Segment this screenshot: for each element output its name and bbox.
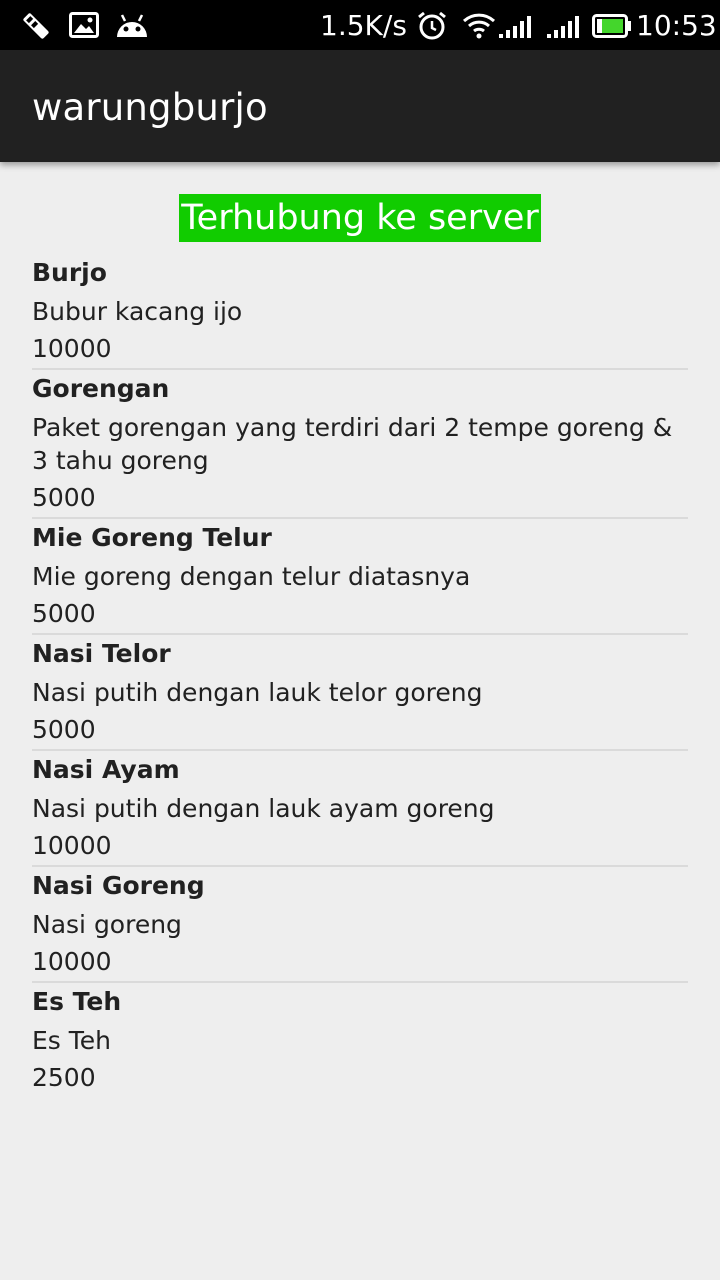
android-icon <box>117 14 147 37</box>
signal-icon <box>547 16 579 38</box>
list-item[interactable]: Mie Goreng Telur Mie goreng dengan telur … <box>32 519 688 635</box>
menu-item-price: 5000 <box>32 483 96 512</box>
menu-item-description: Nasi goreng <box>32 910 182 939</box>
menu-item-description: Paket gorengan yang terdiri dari 2 tempe… <box>32 413 673 475</box>
battery-icon <box>592 14 631 38</box>
network-speed: 1.5K/s <box>320 9 407 42</box>
menu-item-description: Mie goreng dengan telur diatasnya <box>32 562 471 591</box>
menu-item-name: Es Teh <box>32 987 122 1016</box>
signal-icon <box>499 16 531 38</box>
list-item[interactable]: Nasi Goreng Nasi goreng 10000 <box>32 867 688 983</box>
menu-item-name: Burjo <box>32 258 107 287</box>
menu-item-name: Nasi Ayam <box>32 755 180 784</box>
list-item[interactable]: Burjo Bubur kacang ijo 10000 <box>32 254 688 370</box>
menu-item-price: 2500 <box>32 1063 96 1092</box>
wifi-icon <box>462 13 496 39</box>
menu-item-description: Es Teh <box>32 1026 112 1055</box>
menu-item-name: Mie Goreng Telur <box>32 523 272 552</box>
clock: 10:53 <box>636 9 717 42</box>
menu-item-price: 10000 <box>32 831 112 860</box>
menu-item-price: 5000 <box>32 599 96 628</box>
alarm-icon <box>418 11 446 40</box>
status-bar: 1.5K/s 10:53 <box>0 0 720 50</box>
usb-debug-icon <box>23 13 49 39</box>
menu-item-name: Gorengan <box>32 374 170 403</box>
menu-item-price: 10000 <box>32 947 112 976</box>
menu-item-name: Nasi Telor <box>32 639 171 668</box>
connection-status-banner: Terhubung ke server <box>179 194 541 242</box>
list-item[interactable]: Es Teh Es Teh 2500 <box>32 983 688 1097</box>
menu-list: Burjo Bubur kacang ijo 10000 Gorengan Paket … <box>32 254 688 1097</box>
menu-item-description: Nasi putih dengan lauk ayam goreng <box>32 794 495 823</box>
list-item[interactable]: Nasi Ayam Nasi putih dengan lauk ayam gor… <box>32 751 688 867</box>
menu-item-name: Nasi Goreng <box>32 871 205 900</box>
menu-item-price: 10000 <box>32 334 112 363</box>
list-item[interactable]: Nasi Telor Nasi putih dengan lauk telor g… <box>32 635 688 751</box>
list-item[interactable]: Gorengan Paket gorengan yang terdiri dari… <box>32 370 688 519</box>
menu-item-description: Nasi putih dengan lauk telor goreng <box>32 678 483 707</box>
menu-item-price: 5000 <box>32 715 96 744</box>
connection-banner-container: Terhubung ke server <box>0 194 720 242</box>
image-icon <box>69 12 99 38</box>
menu-item-description: Bubur kacang ijo <box>32 297 243 326</box>
app-title: warungburjo <box>32 86 268 129</box>
